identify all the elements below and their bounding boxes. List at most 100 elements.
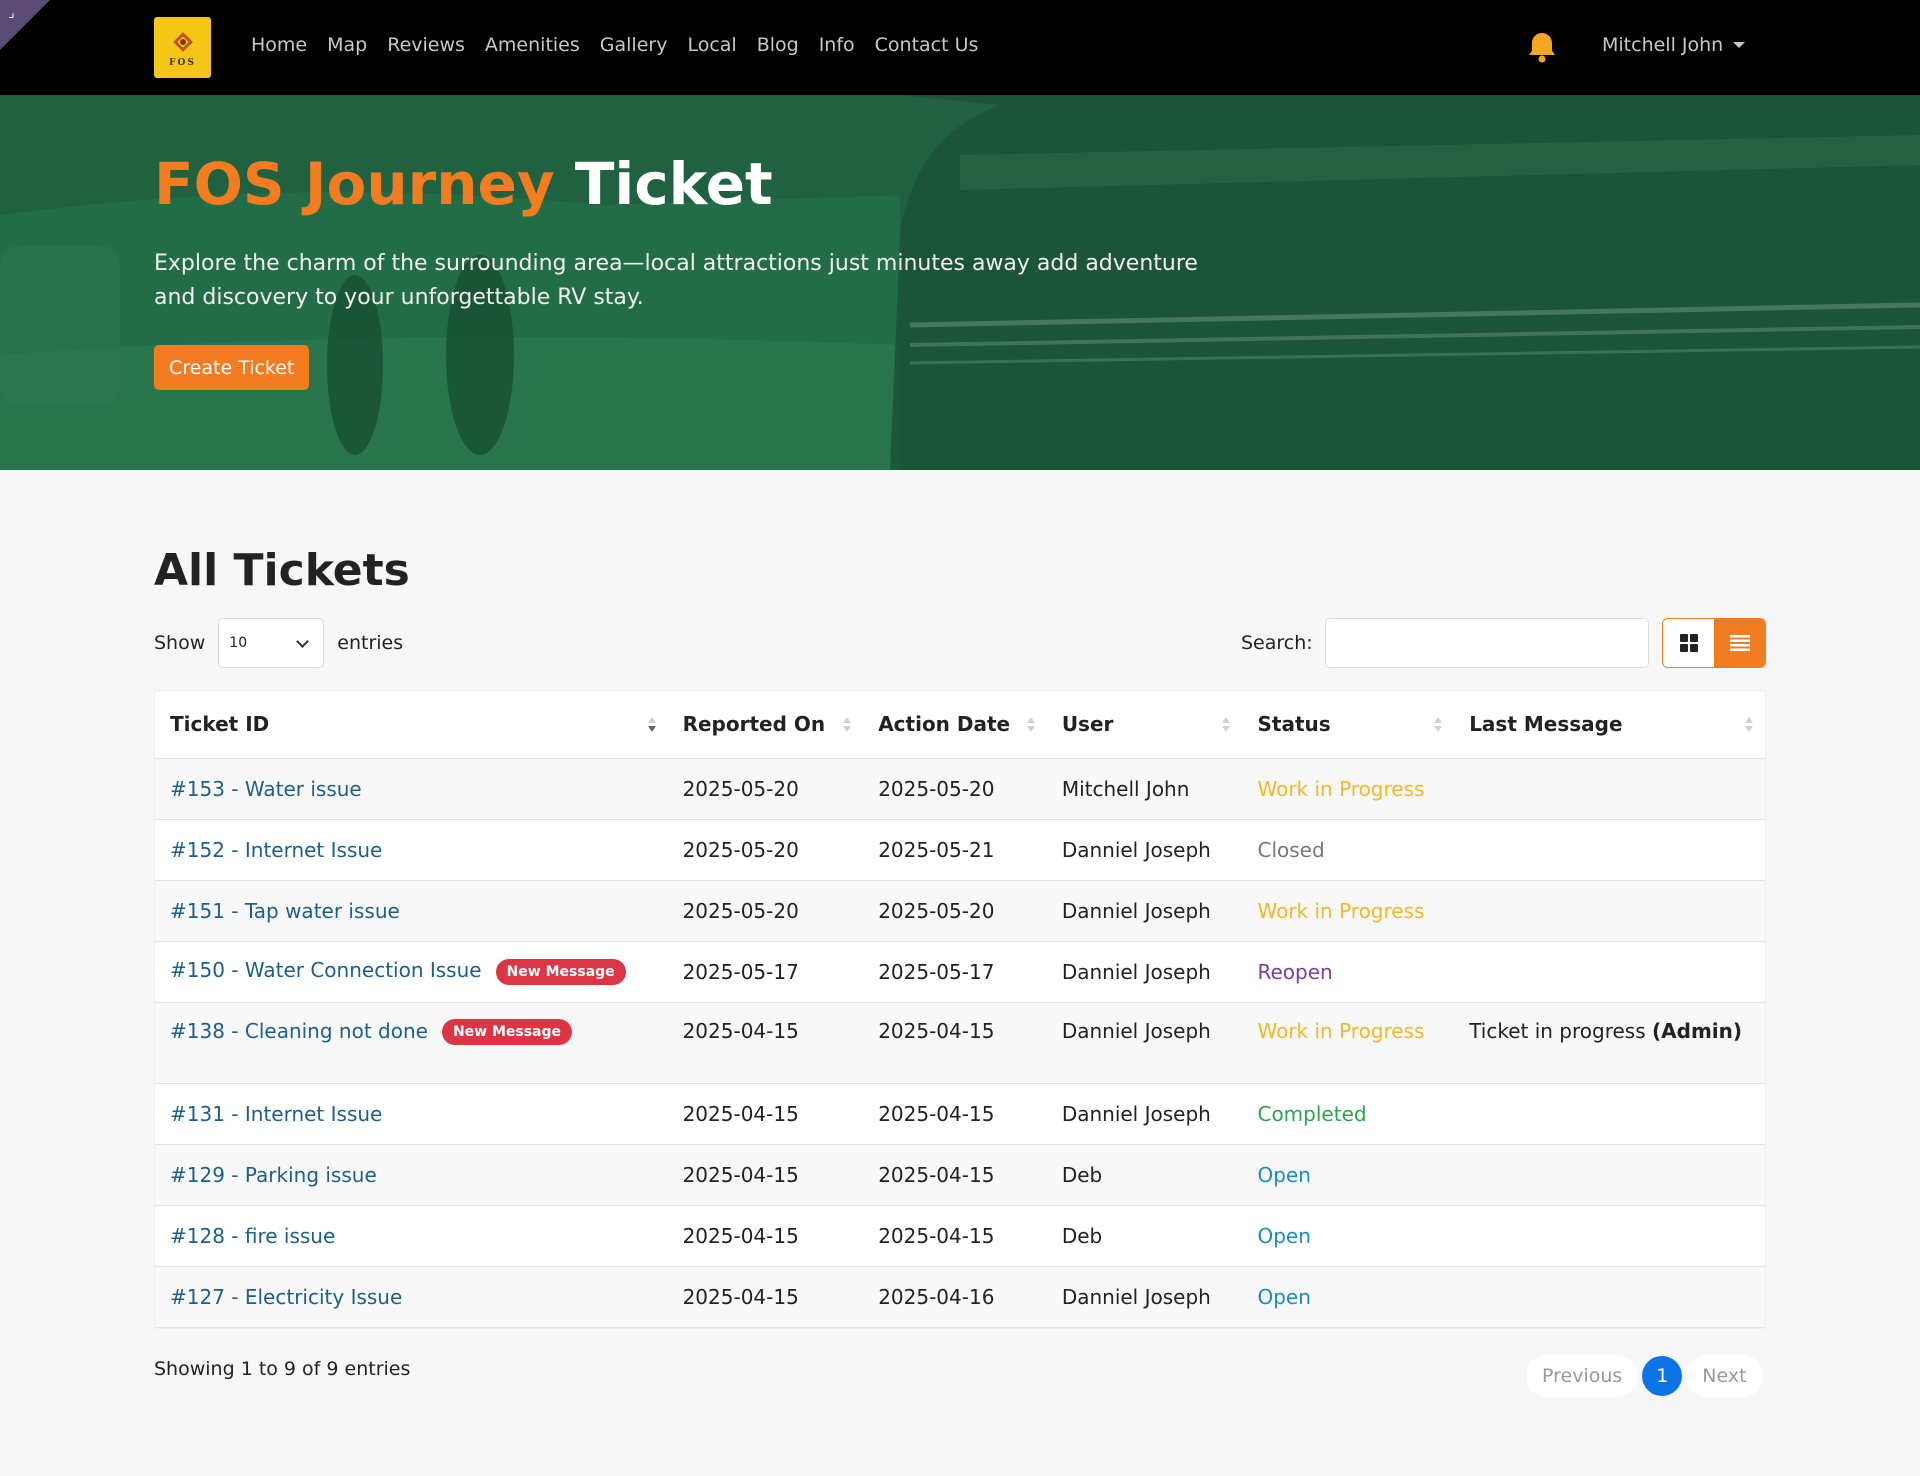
pagination-current-page[interactable]: 1 [1642, 1356, 1683, 1396]
tickets-table: Ticket ID Reported On Action Date User S… [155, 691, 1765, 1328]
pagination-next[interactable]: Next [1686, 1355, 1763, 1397]
nav-link-home[interactable]: Home [251, 34, 307, 56]
reported-on-cell: 2025-04-15 [667, 1266, 864, 1328]
tickets-table-container: Ticket ID Reported On Action Date User S… [154, 690, 1766, 1329]
entries-select[interactable]: 10 [218, 618, 325, 668]
ticket-link[interactable]: #151 - Tap water issue [170, 899, 400, 923]
column-header-ticket-id[interactable]: Ticket ID [155, 691, 668, 759]
column-header-status[interactable]: Status [1242, 691, 1455, 759]
user-cell: Danniel Joseph [1046, 819, 1243, 881]
reported-on-cell: 2025-04-15 [667, 1002, 864, 1084]
chevron-down-icon [1733, 42, 1746, 48]
pagination-previous[interactable]: Previous [1526, 1355, 1639, 1397]
site-logo[interactable]: FOS [154, 17, 211, 78]
create-ticket-button[interactable]: Create Ticket [154, 345, 310, 390]
table-row: #129 - Parking issue 2025-04-15 2025-04-… [155, 1144, 1765, 1206]
ticket-link[interactable]: #153 - Water issue [170, 777, 362, 801]
action-date-cell: 2025-04-16 [863, 1266, 1047, 1328]
column-header-label: Last Message [1469, 712, 1623, 737]
logo-emblem-icon [168, 27, 198, 57]
ticket-link[interactable]: #152 - Internet Issue [170, 838, 382, 862]
hero-subtitle: Explore the charm of the surrounding are… [154, 251, 1198, 310]
column-header-label: Action Date [878, 712, 1011, 737]
new-message-badge: New Message [495, 958, 626, 985]
list-icon [1729, 635, 1750, 651]
nav-link-gallery[interactable]: Gallery [600, 34, 668, 56]
hero-title-brand: FOS Journey [154, 150, 555, 218]
last-message-cell [1454, 758, 1765, 820]
entries-select-value: 10 [229, 635, 248, 651]
action-date-cell: 2025-05-20 [863, 880, 1047, 942]
last-message-cell [1454, 1266, 1765, 1328]
action-date-cell: 2025-05-21 [863, 819, 1047, 881]
table-row: #150 - Water Connection Issue New Message… [155, 941, 1765, 1003]
ticket-link[interactable]: #138 - Cleaning not done [170, 1019, 428, 1043]
status-cell: Open [1242, 1205, 1455, 1267]
user-cell: Deb [1046, 1144, 1243, 1206]
status-cell: Reopen [1242, 941, 1455, 1003]
last-message-cell [1454, 1144, 1765, 1206]
sort-icon [1434, 717, 1443, 733]
nav-link-info[interactable]: Info [819, 34, 855, 56]
status-cell: Open [1242, 1266, 1455, 1328]
column-header-reported-on[interactable]: Reported On [667, 691, 864, 759]
notification-bell-icon[interactable] [1526, 30, 1558, 64]
ticket-link[interactable]: #127 - Electricity Issue [170, 1285, 402, 1309]
grid-view-button[interactable] [1663, 619, 1714, 667]
nav-link-contact-us[interactable]: Contact Us [875, 34, 979, 56]
nav-link-reviews[interactable]: Reviews [387, 34, 465, 56]
table-row: #152 - Internet Issue 2025-05-20 2025-05… [155, 819, 1765, 881]
last-message-author: (Admin) [1652, 1018, 1743, 1043]
action-date-cell: 2025-04-15 [863, 1083, 1047, 1145]
column-header-label: Ticket ID [170, 712, 270, 737]
search-label: Search: [1241, 632, 1313, 654]
column-header-user[interactable]: User [1046, 691, 1243, 759]
reported-on-cell: 2025-04-15 [667, 1083, 864, 1145]
reported-on-cell: 2025-05-20 [667, 819, 864, 881]
nav-link-blog[interactable]: Blog [757, 34, 799, 56]
sort-icon [1026, 717, 1035, 733]
ticket-id-cell: #138 - Cleaning not done New Message [155, 1002, 668, 1084]
user-cell: Mitchell John [1046, 758, 1243, 820]
column-header-label: Status [1257, 712, 1331, 737]
list-view-button[interactable] [1714, 619, 1765, 667]
ticket-id-cell: #127 - Electricity Issue [155, 1266, 668, 1328]
main-nav: Home Map Reviews Amenities Gallery Local… [251, 34, 998, 56]
nav-link-map[interactable]: Map [327, 34, 367, 56]
column-header-last-message[interactable]: Last Message [1454, 691, 1765, 759]
table-row: #151 - Tap water issue 2025-05-20 2025-0… [155, 880, 1765, 942]
ticket-link[interactable]: #129 - Parking issue [170, 1163, 377, 1187]
new-message-badge: New Message [441, 1019, 573, 1045]
column-header-action-date[interactable]: Action Date [863, 691, 1047, 759]
table-row: #131 - Internet Issue 2025-04-15 2025-04… [155, 1083, 1765, 1145]
sort-icon [843, 717, 852, 733]
ticket-link[interactable]: #131 - Internet Issue [170, 1102, 382, 1126]
column-header-label: Reported On [682, 712, 826, 737]
entries-label: entries [337, 632, 404, 654]
user-cell: Deb [1046, 1205, 1243, 1267]
action-date-cell: 2025-04-15 [863, 1144, 1047, 1206]
ticket-link[interactable]: #128 - fire issue [170, 1224, 335, 1248]
ticket-link[interactable]: #150 - Water Connection Issue [170, 958, 482, 982]
action-date-cell: 2025-05-20 [863, 758, 1047, 820]
ticket-id-cell: #151 - Tap water issue [155, 880, 668, 942]
search-input[interactable] [1324, 618, 1649, 668]
hero-title: FOS Journey Ticket [154, 150, 773, 218]
user-cell: Danniel Joseph [1046, 941, 1243, 1003]
chevron-down-icon [296, 634, 310, 648]
user-cell: Danniel Joseph [1046, 1083, 1243, 1145]
hero-title-rest: Ticket [574, 150, 773, 218]
user-menu-dropdown[interactable]: Mitchell John [1602, 34, 1746, 56]
table-row: #153 - Water issue 2025-05-20 2025-05-20… [155, 758, 1765, 820]
nav-link-amenities[interactable]: Amenities [485, 34, 580, 56]
pagination: Previous 1 Next [1526, 1355, 1763, 1397]
user-cell: Danniel Joseph [1046, 1002, 1243, 1084]
status-cell: Work in Progress [1242, 758, 1455, 820]
sort-desc-icon [647, 717, 656, 733]
nav-link-local[interactable]: Local [687, 34, 736, 56]
page-title: All Tickets [154, 545, 410, 596]
sort-icon [1745, 717, 1753, 733]
user-name: Mitchell John [1602, 34, 1724, 56]
logo-text: FOS [169, 58, 196, 68]
status-cell: Completed [1242, 1083, 1455, 1145]
